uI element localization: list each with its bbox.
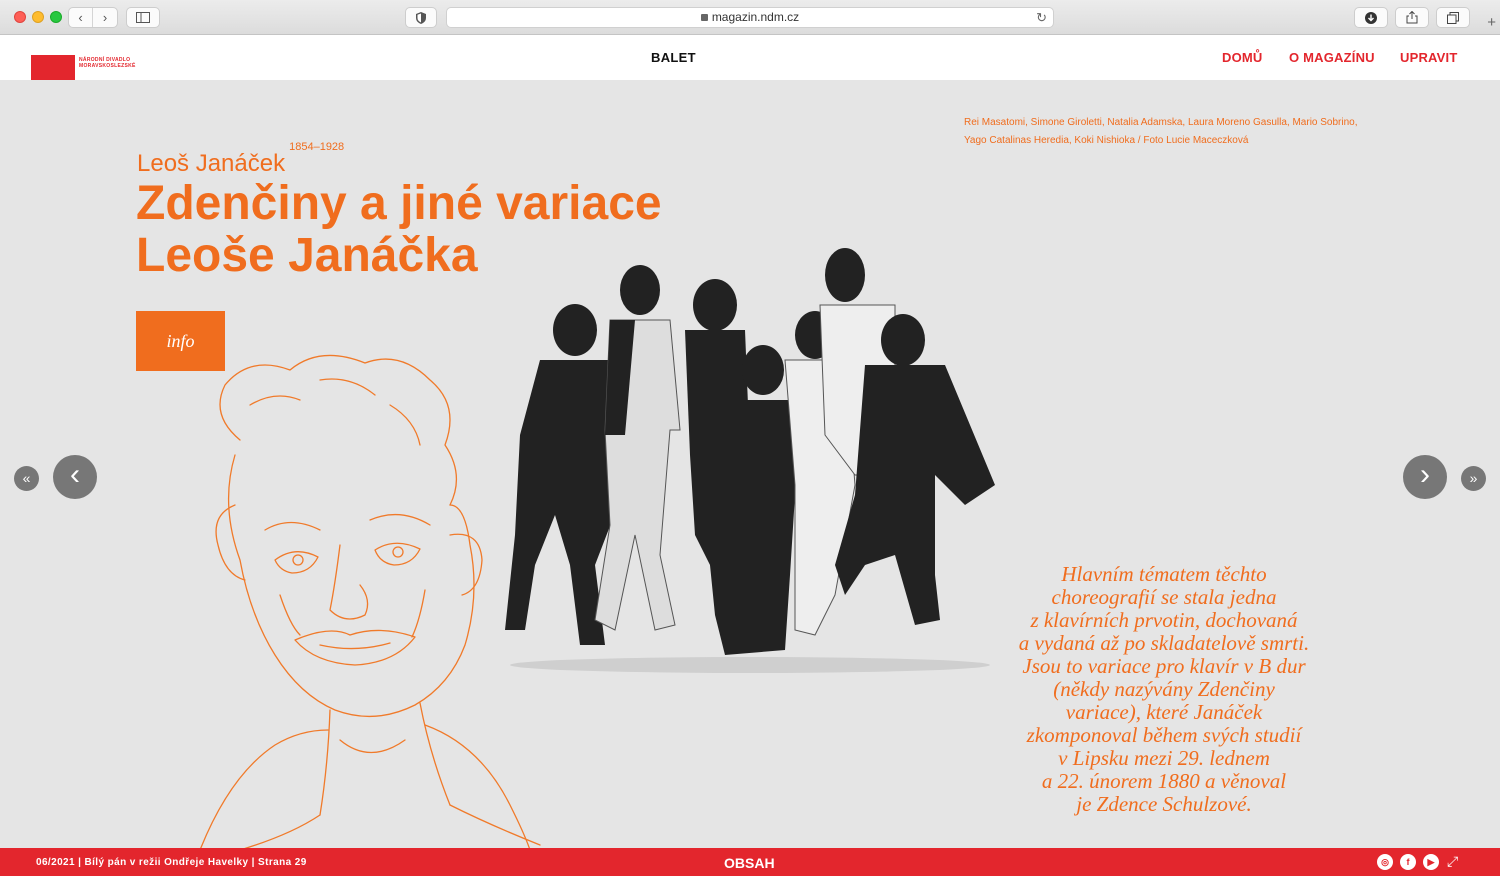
contents-link[interactable]: OBSAH <box>724 855 775 871</box>
article-excerpt: Hlavním tématem těchto choreografií se s… <box>985 563 1343 816</box>
excerpt-line: a vydaná až po skladatelově smrti. <box>1018 631 1310 655</box>
excerpt-line: a 22. únorem 1880 a věnoval <box>1041 769 1287 793</box>
instagram-icon[interactable]: ◎ <box>1377 854 1393 870</box>
new-tab-button[interactable]: + <box>1487 14 1496 31</box>
excerpt-line: choreografií se stala jedna <box>1051 585 1277 609</box>
youtube-icon[interactable]: ▶ <box>1423 854 1439 870</box>
excerpt-line: zkomponoval během svých studií <box>1026 723 1302 747</box>
history-nav: ‹ › <box>68 7 118 28</box>
last-page-button[interactable]: » <box>1461 466 1486 491</box>
title-line-1: Zdenčiny a jiné variace <box>136 177 662 230</box>
magazine-page: Rei Masatomi, Simone Giroletti, Natalia … <box>0 80 1500 848</box>
forward-button[interactable]: › <box>93 8 117 27</box>
fullscreen-icon[interactable]: ⤢ <box>1447 853 1458 870</box>
url-text: magazin.ndm.cz <box>711 10 800 24</box>
facebook-icon[interactable]: f <box>1400 854 1416 870</box>
tabs-icon <box>1447 12 1459 24</box>
logo-line-2: MORAVSKOSLEZSKÉ <box>79 63 136 69</box>
excerpt-line: z klavírních prvotin, dochovaná <box>1030 608 1298 632</box>
close-window-button[interactable] <box>14 11 26 23</box>
nav-home[interactable]: DOMŮ <box>1222 50 1263 65</box>
downloads-button[interactable] <box>1354 7 1388 28</box>
excerpt-line: Jsou to variace pro klavír v B dur <box>1022 654 1306 678</box>
nav-edit[interactable]: UPRAVIT <box>1400 50 1458 65</box>
zoom-window-button[interactable] <box>50 11 62 23</box>
sidebar-icon <box>136 12 150 23</box>
excerpt-line: v Lipsku mezi 29. lednem <box>1058 746 1270 770</box>
browser-toolbar: ‹ › magazin.ndm.cz ↻ + <box>0 0 1500 35</box>
share-button[interactable] <box>1395 7 1429 28</box>
footer-bar: 06/2021 | Bílý pán v režii Ondřeje Havel… <box>0 848 1500 876</box>
nav-about-magazine[interactable]: O MAGAZÍNU <box>1289 50 1375 65</box>
excerpt-line: variace), které Janáček <box>1065 700 1263 724</box>
shield-icon <box>416 12 426 24</box>
composer-name: Leoš Janáček1854–1928 <box>137 141 344 178</box>
issue-info: 06/2021 | Bílý pán v režii Ondřeje Havel… <box>36 857 307 868</box>
share-icon <box>1406 10 1418 24</box>
logo-text: NÁRODNÍ DIVADLO MORAVSKOSLEZSKÉ <box>79 57 136 69</box>
first-page-button[interactable]: « <box>14 466 39 491</box>
site-header: NÁRODNÍ DIVADLO MORAVSKOSLEZSKÉ BALET DO… <box>0 35 1500 97</box>
back-button[interactable]: ‹ <box>69 8 93 27</box>
section-title: BALET <box>651 50 696 65</box>
excerpt-line: Hlavním tématem těchto <box>1061 562 1267 586</box>
address-bar[interactable]: magazin.ndm.cz ↻ <box>446 7 1054 28</box>
excerpt-line: je Zdence Schulzové. <box>1076 792 1252 816</box>
composer-text: Leoš Janáček <box>137 150 286 177</box>
composer-years: 1854–1928 <box>289 141 345 153</box>
minimize-window-button[interactable] <box>32 11 44 23</box>
reload-icon[interactable]: ↻ <box>1036 8 1047 27</box>
photo-caption: Rei Masatomi, Simone Giroletti, Natalia … <box>964 117 1358 146</box>
lock-icon <box>700 14 708 21</box>
privacy-report-button[interactable] <box>405 7 437 28</box>
download-icon <box>1365 12 1377 24</box>
sidebar-button[interactable] <box>126 7 160 28</box>
tabs-overview-button[interactable] <box>1436 7 1470 28</box>
previous-page-button[interactable]: ‹ <box>53 455 97 499</box>
excerpt-line: (někdy nazývány Zdenčiny <box>1053 677 1275 701</box>
dancers-group-photo <box>505 248 995 673</box>
next-page-button[interactable]: › <box>1403 455 1447 499</box>
